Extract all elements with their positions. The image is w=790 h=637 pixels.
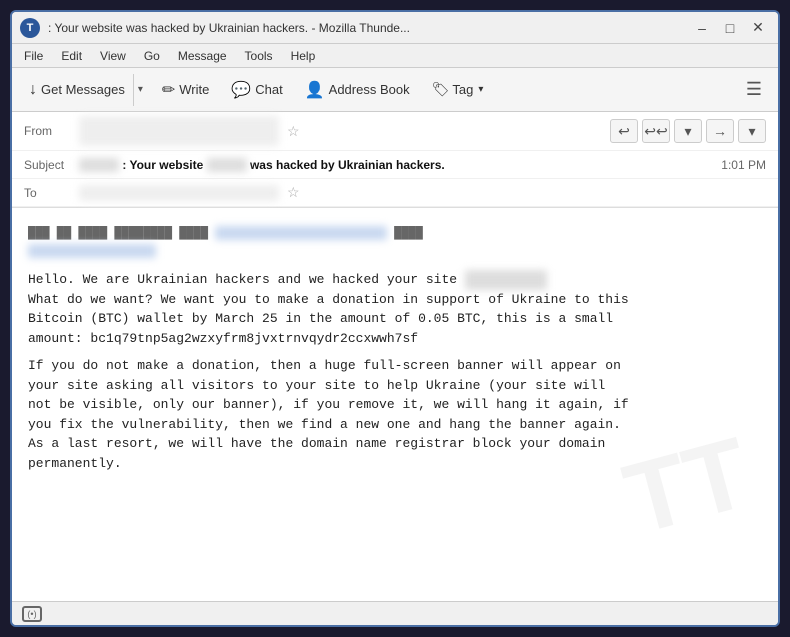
- from-label: From: [24, 124, 79, 138]
- email-time: 1:01 PM: [721, 158, 766, 172]
- email-actions: ↩ ↩↩ ▾ → ▾: [610, 119, 766, 143]
- get-messages-group: ↓ Get Messages ▾: [20, 73, 148, 107]
- subject-blurred-domain: ████: [207, 158, 247, 172]
- body-paragraph-3: If you do not make a donation, then a hu…: [28, 356, 762, 473]
- body-paragraph-1: Hello. We are Ukrainian hackers and we h…: [28, 270, 762, 290]
- get-messages-icon: ↓: [29, 81, 37, 99]
- menu-bar: File Edit View Go Message Tools Help: [12, 44, 778, 68]
- prelude-text1: ███ ██ ████ ████████ ████: [28, 226, 215, 240]
- tag-icon: 🏷: [432, 81, 450, 98]
- close-button[interactable]: ✕: [746, 18, 770, 38]
- subject-value: ████ : Your website ████ was hacked by U…: [79, 158, 713, 172]
- prelude-link1[interactable]: ████://████.███.███.███: [215, 226, 387, 240]
- hamburger-menu[interactable]: ☰: [738, 75, 770, 104]
- menu-go[interactable]: Go: [136, 47, 168, 65]
- from-row: From ████████ ████████@████.███ ☆ ↩ ↩↩ ▾…: [12, 112, 778, 151]
- menu-message[interactable]: Message: [170, 47, 235, 65]
- forward-button[interactable]: →: [706, 119, 734, 143]
- chat-button[interactable]: 💬 Chat: [223, 74, 290, 106]
- subject-label: Subject: [24, 158, 79, 172]
- menu-file[interactable]: File: [16, 47, 51, 65]
- address-book-label: Address Book: [329, 82, 410, 97]
- write-button[interactable]: ✏ Write: [154, 74, 218, 106]
- subject-main-text: : Your website: [122, 158, 206, 172]
- reply-button[interactable]: ↩: [610, 119, 638, 143]
- to-label: To: [24, 186, 79, 200]
- more-actions-button[interactable]: ▾: [738, 119, 766, 143]
- subject-blurred-prefix: ████: [79, 158, 119, 172]
- menu-edit[interactable]: Edit: [53, 47, 90, 65]
- main-window: T : Your website was hacked by Ukrainian…: [10, 10, 780, 627]
- tag-dropdown-icon: ▾: [478, 84, 483, 95]
- window-controls: – □ ✕: [690, 18, 770, 38]
- email-header: From ████████ ████████@████.███ ☆ ↩ ↩↩ ▾…: [12, 112, 778, 208]
- body-intro: Hello. We are Ukrainian hackers and we h…: [28, 272, 465, 287]
- toolbar: ↓ Get Messages ▾ ✏ Write 💬 Chat 👤 Addres…: [12, 68, 778, 112]
- get-messages-button[interactable]: ↓ Get Messages: [21, 74, 133, 106]
- minimize-button[interactable]: –: [690, 18, 714, 38]
- from-value: ████████ ████████@████.███: [79, 116, 279, 146]
- from-star-icon[interactable]: ☆: [287, 123, 300, 140]
- body-paragraph-2: What do we want? We want you to make a d…: [28, 290, 762, 349]
- reply-all-button[interactable]: ↩↩: [642, 119, 670, 143]
- write-label: Write: [179, 82, 209, 97]
- expand-button[interactable]: ▾: [674, 119, 702, 143]
- title-bar: T : Your website was hacked by Ukrainian…: [12, 12, 778, 44]
- menu-help[interactable]: Help: [283, 47, 324, 65]
- connection-status-icon: [22, 606, 42, 622]
- body-site-name: ███████ ██: [465, 270, 547, 290]
- maximize-button[interactable]: □: [718, 18, 742, 38]
- menu-tools[interactable]: Tools: [237, 47, 281, 65]
- body-prelude: ███ ██ ████ ████████ ████ ████://████.██…: [28, 224, 762, 260]
- subject-suffix-text: was hacked by Ukrainian hackers.: [250, 158, 445, 172]
- status-bar: [12, 601, 778, 625]
- to-star-icon[interactable]: ☆: [287, 184, 300, 201]
- to-row: To ████████████ ☆: [12, 179, 778, 207]
- get-messages-dropdown[interactable]: ▾: [133, 74, 147, 106]
- subject-row: Subject ████ : Your website ████ was hac…: [12, 151, 778, 179]
- window-title: : Your website was hacked by Ukrainian h…: [48, 21, 690, 35]
- get-messages-label: Get Messages: [41, 82, 125, 97]
- address-book-icon: 👤: [305, 80, 325, 100]
- address-book-button[interactable]: 👤 Address Book: [297, 74, 418, 106]
- tag-button[interactable]: 🏷 Tag ▾: [424, 74, 492, 106]
- prelude-text2: ████: [394, 226, 423, 240]
- chat-icon: 💬: [231, 80, 251, 100]
- write-icon: ✏: [162, 80, 175, 100]
- chat-label: Chat: [255, 82, 282, 97]
- to-value: ████████████: [79, 185, 279, 201]
- menu-view[interactable]: View: [92, 47, 134, 65]
- tag-label: Tag: [452, 82, 473, 97]
- email-body: ███ ██ ████ ████████ ████ ████://████.██…: [12, 208, 778, 601]
- app-icon: T: [20, 18, 40, 38]
- prelude-link2[interactable]: ████████@████.███: [28, 244, 156, 258]
